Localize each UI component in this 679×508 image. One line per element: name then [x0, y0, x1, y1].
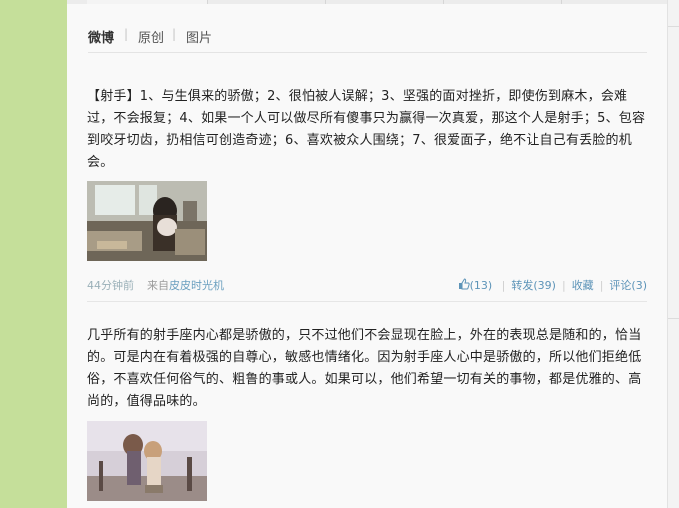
post-text: 【射手】1、与生俱来的骄傲；2、很怕被人误解；3、坚强的面对挫折，即使伤到麻木，… — [87, 89, 646, 170]
top-strip — [67, 0, 667, 4]
action-separator: | — [561, 279, 566, 292]
action-separator: | — [599, 279, 604, 292]
top-strip-segment — [561, 0, 667, 4]
post-meta-bar: 44分钟前 来自皮皮时光机 (13) | 转发(39) | 收藏 | 评论(3) — [87, 273, 647, 297]
post-image-thumbnail[interactable] — [87, 181, 207, 261]
right-edge-bar — [667, 0, 679, 508]
post-source-prefix: 来自 — [147, 279, 169, 292]
post-text: 几乎所有的射手座内心都是骄傲的，只不过他们不会显现在脸上，外在的表现总是随和的，… — [87, 328, 642, 409]
post-actions: (13) | 转发(39) | 收藏 | 评论(3) — [458, 277, 647, 293]
like-count: (13) — [469, 279, 493, 292]
source-app-link[interactable]: 皮皮时光机 — [169, 279, 224, 292]
post-image-thumbnail[interactable] — [87, 421, 207, 501]
tab-separator: | — [172, 27, 177, 41]
weibo-feed-panel: 微博 | 原创 | 图片 【射手】1、与生俱来的骄傲；2、很怕被人误解；3、坚强… — [67, 0, 667, 508]
comment-button[interactable]: 评论(3) — [609, 279, 647, 292]
thumbs-up-icon — [458, 278, 470, 290]
feed-tabs: 微博 | 原创 | 图片 — [88, 24, 647, 53]
tab-separator: | — [124, 27, 129, 41]
right-edge-tick — [668, 318, 679, 319]
post-source: 来自皮皮时光机 — [147, 277, 224, 293]
action-separator: | — [501, 279, 506, 292]
top-strip-segment — [87, 0, 208, 4]
feed-post: 几乎所有的射手座内心都是骄傲的，只不过他们不会显现在脸上，外在的表现总是随和的，… — [87, 325, 649, 413]
top-strip-segment — [325, 0, 444, 4]
top-strip-segment — [207, 0, 326, 4]
tab-original[interactable]: 原创 — [138, 27, 164, 46]
top-strip-segment — [67, 0, 88, 4]
tab-weibo[interactable]: 微博 — [88, 27, 114, 46]
favorite-button[interactable]: 收藏 — [572, 279, 594, 292]
top-strip-segment — [443, 0, 562, 4]
post-timestamp[interactable]: 44分钟前 — [87, 277, 134, 293]
repost-button[interactable]: 转发(39) — [511, 279, 556, 292]
feed-post: 【射手】1、与生俱来的骄傲；2、很怕被人误解；3、坚强的面对挫折，即使伤到麻木，… — [87, 86, 649, 174]
post-divider — [87, 301, 647, 302]
right-edge-tick — [668, 26, 679, 27]
like-button[interactable]: (13) — [458, 278, 496, 292]
tab-images[interactable]: 图片 — [186, 27, 212, 46]
